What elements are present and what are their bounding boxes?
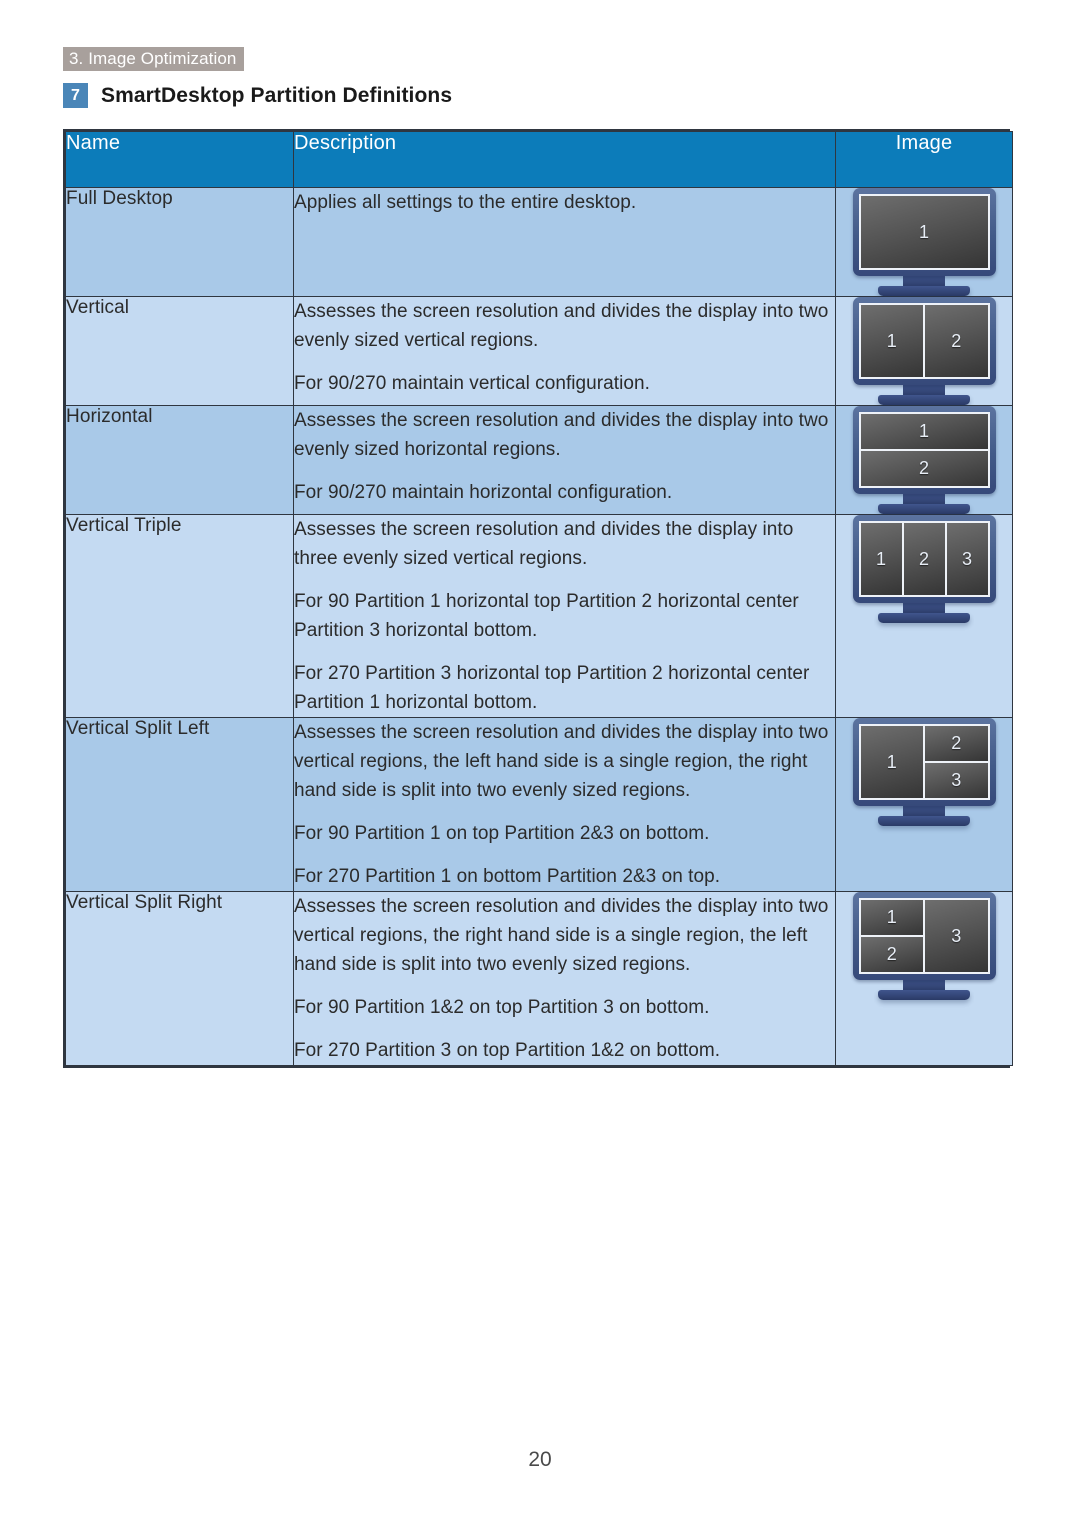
description-paragraph: Assesses the screen resolution and divid…: [294, 410, 829, 460]
cell-partition-image: 12: [835, 296, 1013, 406]
monitor-neck: [903, 603, 945, 613]
column-header-image: Image: [835, 131, 1013, 188]
cell-partition-description: Assesses the screen resolution and divid…: [293, 514, 836, 718]
description-paragraph: Assesses the screen resolution and divid…: [294, 301, 829, 351]
monitor-bezel: 123: [852, 515, 996, 603]
page-title: SmartDesktop Partition Definitions: [101, 83, 453, 107]
monitor-illustration-vertical-2: 12: [852, 297, 996, 405]
monitor-neck: [903, 806, 945, 816]
monitor-neck: [903, 276, 945, 286]
description-paragraph: For 270 Partition 3 on top Partition 1&2…: [294, 1040, 721, 1061]
monitor-bezel: 12: [852, 297, 996, 385]
monitor-illustration-split-left: 123: [852, 718, 996, 826]
monitor-base: [878, 395, 970, 405]
cell-partition-name: Full Desktop: [65, 187, 294, 297]
description-paragraph: For 90 Partition 1 on top Partition 2&3 …: [294, 823, 710, 844]
description-paragraph: For 270 Partition 3 horizontal top Parti…: [294, 663, 810, 713]
table-row: Vertical Assesses the screen resolution a…: [65, 296, 1013, 406]
cell-partition-image: 123: [835, 514, 1013, 718]
partition-region-2: 2: [925, 726, 988, 761]
monitor-illustration-vertical-3: 123: [852, 515, 996, 623]
partition-region-1: 1: [860, 726, 923, 798]
cell-partition-name: Vertical Split Right: [65, 891, 294, 1066]
monitor-screen: 12: [858, 303, 990, 379]
table-row: Horizontal Assesses the screen resolution…: [65, 405, 1013, 515]
table-header-row: Name Description Image: [65, 131, 1013, 188]
partition-region-1: 1: [860, 523, 902, 595]
description-paragraph: For 90/270 maintain vertical configurati…: [294, 373, 650, 394]
cell-partition-name: Vertical Triple: [65, 514, 294, 718]
monitor-bezel: 123: [852, 892, 996, 980]
partition-region-3: 3: [944, 523, 988, 595]
column-header-name: Name: [65, 131, 294, 188]
description-paragraph: Applies all settings to the entire deskt…: [294, 192, 637, 213]
table-row: Vertical Triple Assesses the screen resol…: [65, 514, 1013, 718]
cell-partition-image: 1: [835, 187, 1013, 297]
description-paragraph: Assesses the screen resolution and divid…: [294, 896, 829, 975]
cell-partition-image: 123: [835, 717, 1013, 892]
cell-partition-image: 123: [835, 891, 1013, 1066]
table-body: Full Desktop Applies all settings to the …: [65, 187, 1013, 1066]
description-paragraph: For 90/270 maintain horizontal configura…: [294, 482, 673, 503]
page-number: 20: [528, 1448, 552, 1471]
monitor-neck: [903, 494, 945, 504]
cell-partition-description: Assesses the screen resolution and divid…: [293, 405, 836, 515]
section-badge: 7: [63, 83, 88, 108]
column-header-description: Description: [293, 131, 836, 188]
partition-region-1: 1: [860, 196, 988, 268]
partition-region-1: 1: [860, 900, 923, 935]
monitor-base: [878, 990, 970, 1000]
cell-partition-description: Assesses the screen resolution and divid…: [293, 296, 836, 406]
monitor-screen: 1: [858, 194, 990, 270]
partition-region-2: 2: [901, 523, 945, 595]
section-heading: 7 SmartDesktop Partition Definitions: [63, 83, 452, 108]
monitor-illustration-full: 1: [852, 188, 996, 296]
cell-partition-name: Horizontal: [65, 405, 294, 515]
monitor-screen: 123: [858, 898, 990, 974]
monitor-bezel: 12: [852, 406, 996, 494]
partition-region-2: 2: [923, 305, 988, 377]
partition-region-1: 1: [860, 414, 988, 449]
monitor-neck: [903, 980, 945, 990]
monitor-illustration-horizontal-2: 12: [852, 406, 996, 514]
cell-partition-name: Vertical Split Left: [65, 717, 294, 892]
monitor-base: [878, 504, 970, 514]
cell-partition-description: Assesses the screen resolution and divid…: [293, 891, 836, 1066]
description-paragraph: For 90 Partition 1&2 on top Partition 3 …: [294, 997, 710, 1018]
description-paragraph: Assesses the screen resolution and divid…: [294, 519, 794, 569]
monitor-bezel: 1: [852, 188, 996, 276]
partition-region-2: 2: [860, 449, 988, 486]
monitor-base: [878, 613, 970, 623]
monitor-illustration-split-right: 123: [852, 892, 996, 1000]
cell-partition-description: Applies all settings to the entire deskt…: [293, 187, 836, 297]
description-paragraph: Assesses the screen resolution and divid…: [294, 722, 829, 801]
table-row: Full Desktop Applies all settings to the …: [65, 187, 1013, 297]
partition-region-1: 1: [860, 305, 923, 377]
cell-partition-image: 12: [835, 405, 1013, 515]
monitor-screen: 123: [858, 724, 990, 800]
monitor-neck: [903, 385, 945, 395]
partition-definitions-table: Name Description Image Full Desktop Appli…: [63, 129, 1013, 1068]
partition-stack: 23: [923, 726, 988, 798]
monitor-base: [878, 286, 970, 296]
monitor-bezel: 123: [852, 718, 996, 806]
table-row: Vertical Split Right Assesses the screen …: [65, 891, 1013, 1066]
monitor-screen: 123: [858, 521, 990, 597]
table-row: Vertical Split Left Assesses the screen r…: [65, 717, 1013, 892]
partition-region-2: 2: [860, 935, 923, 972]
running-head: 3. Image Optimization: [63, 47, 245, 71]
monitor-screen: 12: [858, 412, 990, 488]
partition-region-3: 3: [925, 761, 988, 798]
description-paragraph: For 270 Partition 1 on bottom Partition …: [294, 866, 721, 887]
partition-stack: 12: [860, 900, 923, 972]
cell-partition-name: Vertical: [65, 296, 294, 406]
monitor-base: [878, 816, 970, 826]
description-paragraph: For 90 Partition 1 horizontal top Partit…: [294, 591, 799, 641]
partition-region-3: 3: [923, 900, 988, 972]
cell-partition-description: Assesses the screen resolution and divid…: [293, 717, 836, 892]
